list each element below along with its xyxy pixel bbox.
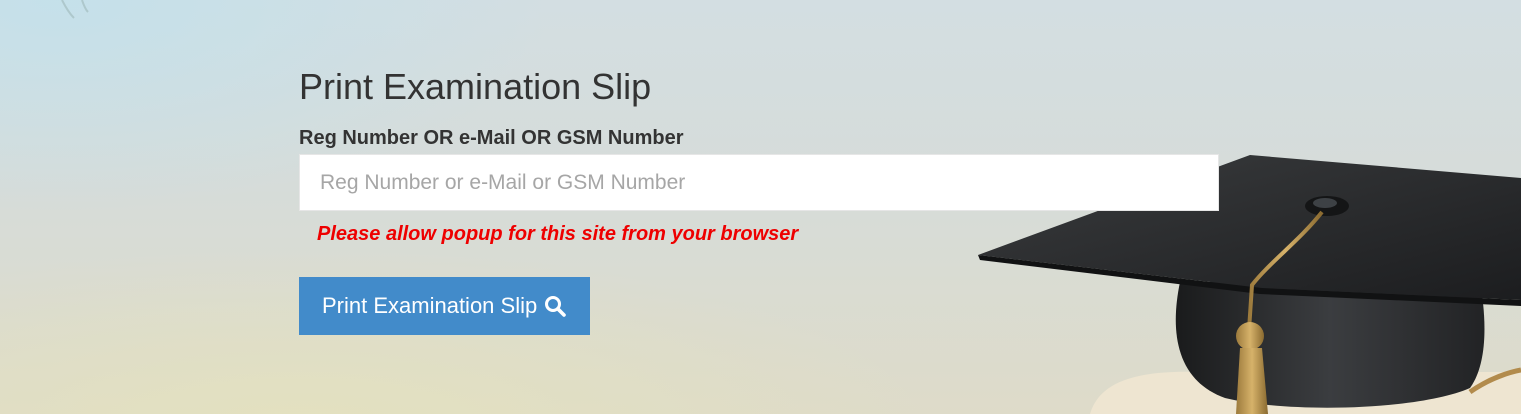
search-icon (543, 294, 567, 318)
print-slip-form: Print Examination Slip Reg Number OR e-M… (299, 62, 1219, 335)
reg-number-input[interactable] (299, 154, 1219, 211)
reg-field-label: Reg Number OR e-Mail OR GSM Number (299, 127, 684, 149)
popup-warning: Please allow popup for this site from yo… (317, 223, 799, 245)
print-button-label: Print Examination Slip (322, 293, 538, 318)
print-examination-slip-button[interactable]: Print Examination Slip (299, 277, 591, 335)
page-title: Print Examination Slip (299, 66, 652, 107)
